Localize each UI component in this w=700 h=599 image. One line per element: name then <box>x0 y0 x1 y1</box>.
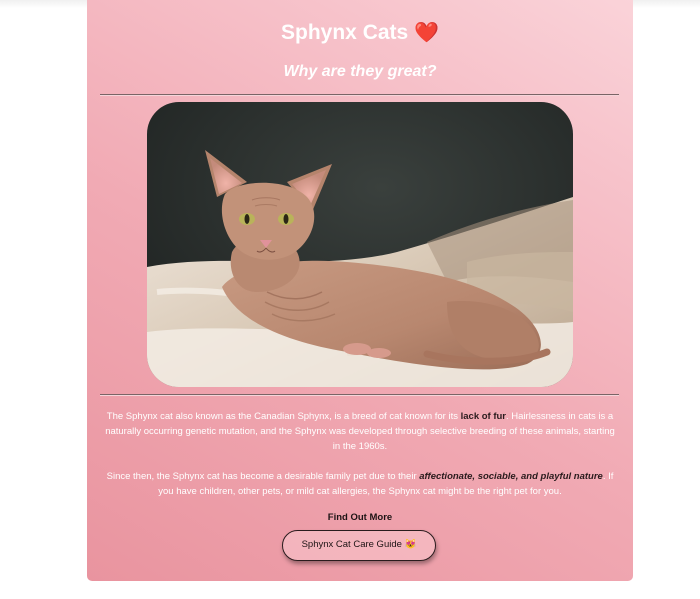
heart-eyes-cat-icon: 😻 <box>404 539 417 550</box>
page-title-text: Sphynx Cats <box>281 21 409 44</box>
divider-bottom <box>100 394 619 396</box>
content-card: Sphynx Cats ❤️ Why are they great? The S… <box>87 0 633 581</box>
family-text-start: Since then, the Sphynx cat has become a … <box>106 471 420 482</box>
family-pet-paragraph: Since then, the Sphynx cat has become a … <box>105 469 615 499</box>
page-title: Sphynx Cats ❤️ <box>87 20 633 46</box>
care-guide-button[interactable]: Sphynx Cat Care Guide 😻 <box>282 530 436 561</box>
heart-icon: ❤️ <box>414 22 439 44</box>
intro-text-start: The Sphynx cat also known as the Canadia… <box>106 411 461 422</box>
sphynx-cat-photo <box>147 102 573 387</box>
divider-top <box>100 94 619 96</box>
intro-paragraph: The Sphynx cat also known as the Canadia… <box>105 409 615 454</box>
lack-of-fur-highlight: lack of fur <box>460 411 507 422</box>
care-guide-button-label: Sphynx Cat Care Guide <box>301 539 402 550</box>
page-subtitle: Why are they great? <box>283 63 437 80</box>
personality-highlight: affectionate, sociable, and playful natu… <box>419 471 603 482</box>
find-out-more-heading: Find Out More <box>327 512 393 523</box>
